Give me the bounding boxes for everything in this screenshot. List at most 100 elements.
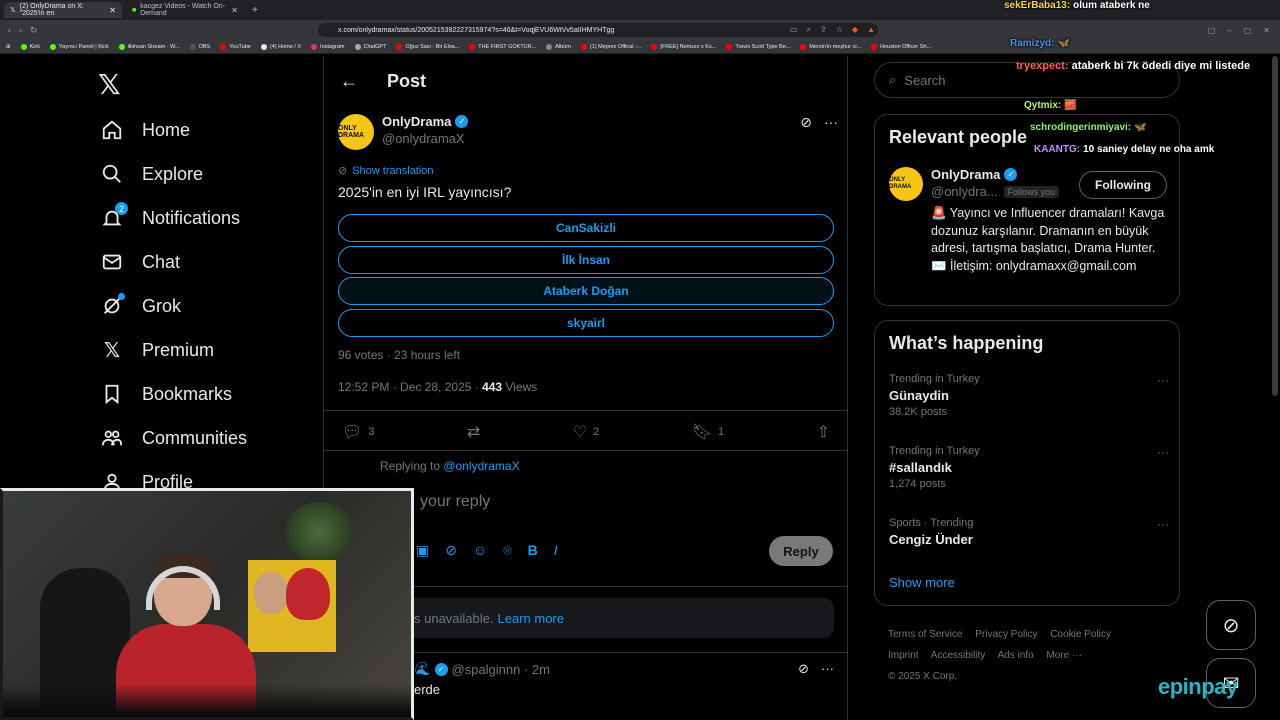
nav-grok[interactable]: Grok (100, 293, 181, 318)
verified-icon: ✓ (434, 662, 448, 676)
bookmark[interactable]: YouTube (220, 43, 251, 50)
back-icon[interactable]: ‹ (8, 25, 11, 36)
like-action[interactable]: ♡ 2 (573, 422, 599, 442)
search-icon: ⌕ (889, 72, 897, 87)
footer-link[interactable]: More ··· (1046, 650, 1082, 661)
chat-message: sekErBaba13: olum ataberk ne (1004, 0, 1150, 11)
bookmark[interactable]: Mersin'in meşhur ci... (800, 43, 861, 50)
screen-icon[interactable]: ▭ (790, 25, 798, 35)
reply-author[interactable]: @spalginnn · 2m (452, 662, 550, 677)
bookmark[interactable]: Albüm (546, 43, 571, 50)
bookmark[interactable]: Travis Scott Type Be... (726, 43, 790, 50)
bookmark-action[interactable]: 🔖︎ 1 (692, 422, 724, 442)
avatar[interactable]: ONLY DRAMA (889, 167, 923, 201)
author-name[interactable]: OnlyDrama ✓ (382, 114, 469, 129)
bookmark[interactable]: THE FIRST GOKTUR... (469, 43, 536, 50)
rp-info[interactable]: OnlyDrama ✓ @onlydra... Follows you (931, 167, 1060, 199)
footer-link[interactable]: Accessibility (931, 650, 985, 661)
bookmark[interactable]: Yayıncı Paneli | Kick (50, 43, 109, 50)
trend-item[interactable]: Trending in Turkey Günaydin 38.2K posts … (889, 373, 1169, 418)
author-handle[interactable]: @onlydramaX (382, 131, 468, 146)
nav-explore[interactable]: Explore (100, 162, 203, 186)
nav-notifications[interactable]: 2 Notifications (100, 202, 240, 230)
trend-item[interactable]: Sports · Trending Cengiz Ünder ··· (889, 517, 1169, 547)
more-icon[interactable]: ··· (1157, 517, 1169, 531)
copyright: © 2025 X Corp. (888, 671, 958, 682)
nav-label: Home (142, 119, 191, 140)
tab-title: kacgez Videos - Watch On-Demand (140, 3, 226, 17)
close-tab-icon[interactable]: ✕ (231, 6, 238, 15)
browser-tab[interactable]: ■ kacgez Videos - Watch On-Demand ✕ (126, 2, 244, 18)
grok-icon[interactable]: ⊘ (800, 114, 812, 131)
nav-chat[interactable]: Chat (100, 250, 180, 274)
back-arrow-icon[interactable]: ← (340, 71, 358, 92)
bold-icon[interactable]: B (528, 542, 538, 559)
bookmark[interactable]: (1) Meprez Offical -... (580, 43, 641, 50)
more-icon[interactable]: ··· (824, 114, 838, 131)
reply-action[interactable]: 💬︎ 3 (342, 422, 374, 442)
trend-item[interactable]: Trending in Turkey #sallandık 1,274 post… (889, 445, 1169, 490)
webcam-overlay (0, 488, 414, 720)
footer-link[interactable]: Imprint (888, 650, 919, 661)
zoom-icon[interactable]: ⌕ (807, 25, 811, 35)
footer-link[interactable]: Cookie Policy (1050, 629, 1111, 640)
new-tab-button[interactable]: + (252, 5, 258, 16)
star-icon[interactable]: ☆ (836, 25, 843, 35)
reply-item: 🌊︎ ✓ @spalginnn · 2m ⊘ ··· (414, 661, 834, 677)
grok-icon[interactable]: ⊘ (798, 661, 809, 677)
bookmark[interactable]: ChatGPT (354, 43, 386, 50)
location-icon[interactable]: ⌾ (503, 542, 511, 559)
poll-option[interactable]: Ataberk Doğan (338, 277, 834, 305)
replying-handle[interactable]: @onlydramaX (443, 459, 519, 473)
reply-button[interactable]: Reply (769, 536, 833, 566)
grok-fab[interactable]: ⊘ (1206, 600, 1256, 650)
x-logo-icon[interactable]: 𝕏 (98, 68, 121, 101)
grok-icon[interactable]: ⊘ (445, 542, 457, 559)
nav-home[interactable]: Home (100, 118, 190, 142)
apps-icon[interactable]: ⊞ (6, 44, 11, 50)
browser-tab-active[interactable]: 𝕏 (2) OnlyDrama on X: "2025'in en ✕ (4, 2, 122, 18)
more-icon[interactable]: ··· (821, 661, 834, 677)
close-tab-icon[interactable]: ✕ (109, 6, 116, 15)
show-more-link[interactable]: Show more (889, 575, 955, 590)
bookmark[interactable]: OBS (189, 43, 210, 50)
share-action[interactable]: ⇧ (817, 422, 830, 442)
more-icon[interactable]: ··· (1157, 445, 1169, 459)
share-icon[interactable]: ⇪ (820, 25, 827, 35)
footer-link[interactable]: Ads info (998, 650, 1034, 661)
notification-badge: 2 (115, 202, 128, 215)
comment-icon: 💬︎ (342, 424, 363, 441)
emoji-icon[interactable]: ☺ (473, 542, 487, 559)
avatar[interactable]: ONLY DRAMA (338, 114, 374, 150)
poll-option[interactable]: skyairl (338, 309, 834, 337)
bookmark[interactable]: Houston Officer Sh... (871, 43, 931, 50)
show-translation-link[interactable]: ⊘ Show translation (338, 164, 434, 178)
italic-icon[interactable]: I (554, 542, 558, 559)
brave-icon[interactable]: ◆ (852, 25, 858, 35)
nav-bookmarks[interactable]: Bookmarks (100, 382, 232, 406)
profile-bio: 🚨 Yayıncı ve Influencer dramaları! Kavga… (931, 206, 1165, 273)
nav-premium[interactable]: 𝕏 Premium (100, 338, 214, 362)
repost-icon: ⇄ (466, 424, 481, 441)
bookmark[interactable]: [FREE] Nemzzz x Ks... (651, 43, 716, 50)
reload-icon[interactable]: ↻ (30, 25, 38, 36)
following-button[interactable]: Following (1079, 171, 1167, 199)
reply-input[interactable]: your reply (420, 493, 490, 511)
footer-link[interactable]: Privacy Policy (975, 629, 1037, 640)
bookmark[interactable]: Kick (20, 43, 40, 50)
alert-icon[interactable]: ▲ (867, 25, 875, 35)
repost-action[interactable]: ⇄ (467, 422, 480, 442)
footer-link[interactable]: Terms of Service (888, 629, 962, 640)
more-icon[interactable]: ··· (1157, 373, 1169, 387)
forward-icon[interactable]: › (19, 25, 22, 36)
poll-option[interactable]: İlk İnsan (338, 246, 834, 274)
bookmark[interactable]: Instagram (311, 43, 345, 50)
nav-communities[interactable]: Communities (100, 426, 247, 450)
learn-more-link[interactable]: Learn more (498, 611, 564, 626)
translate-icon: ⊘ (338, 165, 348, 177)
bookmark[interactable]: ilkinsan Stream - W... (118, 43, 180, 50)
bookmark[interactable]: (4) Home / X (260, 43, 301, 50)
gif-icon[interactable]: ▣ (416, 542, 429, 559)
bookmark[interactable]: Oğuz Sasi - Bir Elsa... (396, 43, 459, 50)
poll-option[interactable]: CanSakizli (338, 214, 834, 242)
